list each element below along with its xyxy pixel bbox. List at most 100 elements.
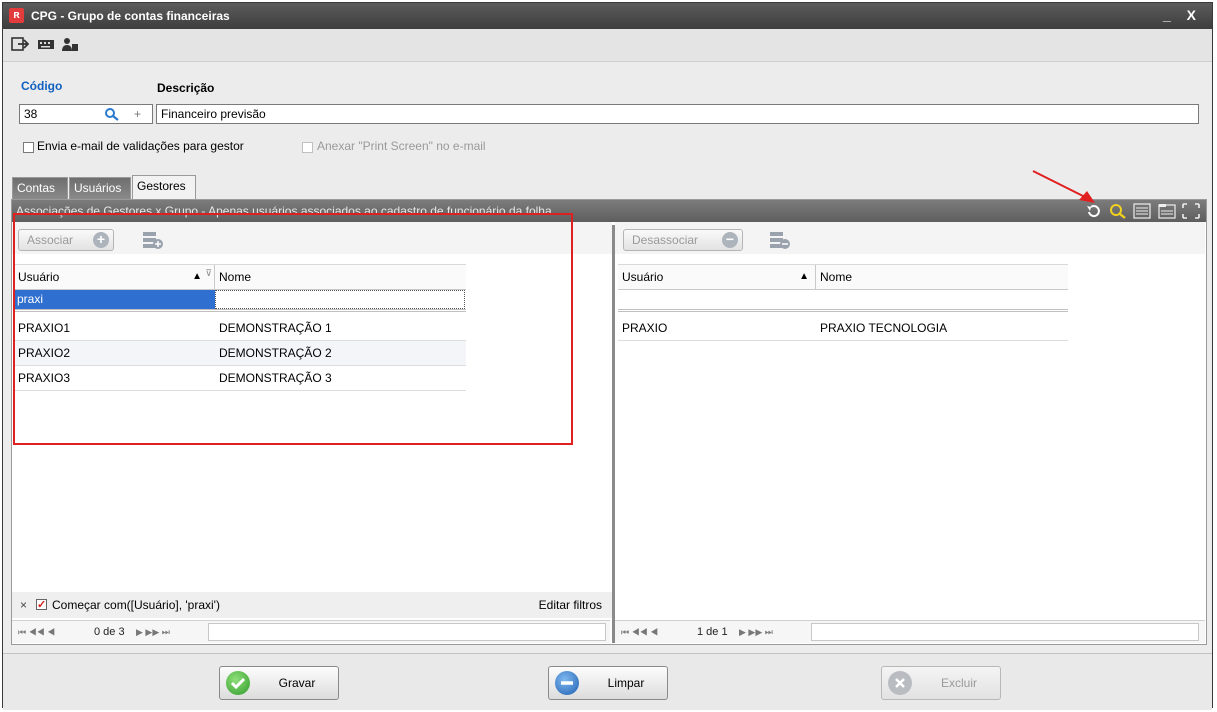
email-checkbox[interactable] — [23, 142, 34, 153]
right-grid: Usuário ▲ Nome PRAXIO PRAXIO TECNOLOGIA — [618, 254, 1068, 354]
descricao-value: Financeiro previsão — [161, 107, 266, 121]
keyboard-icon[interactable] — [37, 36, 55, 52]
tab-contas[interactable]: Contas — [12, 177, 68, 199]
print-checkbox[interactable] — [302, 142, 313, 153]
row-usuario: PRAXIO2 — [18, 346, 71, 360]
bottom-bar: Gravar Limpar Excluir — [3, 653, 1212, 710]
right-actions-bar: Desassociar − — [615, 222, 1205, 254]
filter-expression: Começar com([Usuário], 'praxi') — [52, 598, 220, 612]
gestores-panel: Associações de Gestores x Grupo - Apenas… — [11, 199, 1207, 645]
usuario-filter-input[interactable]: praxi — [14, 290, 215, 309]
row-usuario: PRAXIO3 — [18, 371, 71, 385]
email-checkbox-label: Envia e-mail de validações para gestor — [37, 139, 244, 153]
limpar-button[interactable]: Limpar — [548, 666, 668, 700]
print-checkbox-label: Anexar "Print Screen" no e-mail — [317, 139, 486, 153]
horizontal-scrollbar[interactable] — [811, 623, 1199, 641]
desassociar-button[interactable]: Desassociar − — [623, 229, 743, 251]
filter-bar: × ✓ Começar com([Usuário], 'praxi') Edit… — [12, 592, 612, 618]
row-nome: DEMONSTRAÇÃO 1 — [219, 321, 332, 335]
associar-label: Associar — [27, 233, 74, 247]
sort-asc-icon: ▲ — [192, 271, 202, 282]
grid-header-bar: Associações de Gestores x Grupo - Apenas… — [12, 200, 1206, 222]
search-icon[interactable] — [104, 107, 120, 121]
filter-active-checkbox[interactable]: ✓ — [36, 599, 47, 611]
splitter[interactable] — [612, 225, 615, 643]
associar-button[interactable]: Associar + — [18, 229, 114, 251]
left-col-nome-label: Nome — [219, 270, 252, 284]
minus-icon — [555, 671, 579, 695]
left-actions-bar: Associar + — [12, 222, 612, 254]
descricao-label: Descrição — [157, 81, 215, 95]
row-nome: DEMONSTRAÇÃO 2 — [219, 346, 332, 360]
list-view-icon[interactable] — [1133, 203, 1151, 219]
pager-next-buttons[interactable]: ▶ ▶▶ ⏭ — [136, 621, 170, 643]
right-col-usuario[interactable]: Usuário ▲ — [618, 265, 816, 289]
search-icon[interactable] — [1109, 203, 1127, 219]
descricao-field[interactable]: Financeiro previsão — [156, 104, 1199, 124]
pager-prev-buttons[interactable]: ⏮ ◀◀ ◀ — [621, 621, 658, 643]
grid-tools — [1082, 203, 1200, 219]
gravar-button[interactable]: Gravar — [219, 666, 339, 700]
limpar-label: Limpar — [607, 676, 645, 690]
tab-gestores[interactable]: Gestores — [132, 175, 196, 199]
excluir-button[interactable]: Excluir — [881, 666, 1001, 700]
desassociar-label: Desassociar — [632, 233, 699, 247]
right-col-nome-label: Nome — [820, 270, 853, 284]
pager-prev-buttons[interactable]: ⏮ ◀◀ ◀ — [18, 621, 55, 643]
sort-asc-icon: ▲ — [799, 271, 809, 282]
row-nome: DEMONSTRAÇÃO 3 — [219, 371, 332, 385]
users-icon[interactable] — [61, 36, 79, 52]
add-icon[interactable]: + — [134, 105, 141, 123]
red-arrow-annotation — [1032, 170, 1095, 203]
title-bar: ʀ CPG - Grupo de contas financeiras _ X — [3, 3, 1212, 29]
table-row[interactable]: PRAXIO3 DEMONSTRAÇÃO 3 — [14, 366, 466, 391]
minus-circle-icon: − — [722, 232, 738, 248]
window-controls[interactable]: _ X — [1163, 7, 1202, 23]
right-pager: ⏮ ◀◀ ◀ 1 de 1 ▶ ▶▶ ⏭ — [615, 620, 1205, 643]
codigo-field[interactable]: 38 + — [19, 104, 153, 124]
nome-filter-input[interactable] — [215, 290, 465, 309]
table-row[interactable]: PRAXIO PRAXIO TECNOLOGIA — [618, 316, 1068, 341]
pager-count: 1 de 1 — [697, 626, 728, 638]
left-pager: ⏮ ◀◀ ◀ 0 de 3 ▶ ▶▶ ⏭ — [12, 620, 610, 643]
filter-icon[interactable]: ⊽ — [205, 261, 212, 285]
right-grid-header: Usuário ▲ Nome — [618, 264, 1068, 290]
tab-usuarios[interactable]: Usuários — [69, 177, 131, 199]
edit-filters-link[interactable]: Editar filtros — [539, 592, 602, 618]
app-window: ʀ CPG - Grupo de contas financeiras _ X … — [2, 2, 1213, 710]
row-nome: PRAXIO TECNOLOGIA — [820, 321, 948, 335]
add-rows-icon[interactable] — [142, 230, 164, 250]
toolbar — [3, 29, 1212, 62]
app-logo-icon: ʀ — [9, 8, 24, 23]
left-filter-row: praxi — [14, 290, 466, 312]
excluir-label: Excluir — [940, 676, 977, 690]
clear-filter-icon[interactable]: × — [20, 592, 27, 618]
gravar-label: Gravar — [278, 676, 316, 690]
exit-icon[interactable] — [11, 36, 29, 52]
window-title: CPG - Grupo de contas financeiras — [31, 9, 230, 23]
expand-icon[interactable] — [1182, 203, 1200, 219]
left-col-nome[interactable]: Nome — [215, 265, 466, 289]
codigo-label: Código — [21, 79, 63, 93]
right-col-usuario-label: Usuário — [622, 270, 664, 284]
left-col-usuario-label: Usuário — [18, 270, 60, 284]
row-usuario: PRAXIO — [622, 321, 668, 335]
right-filter-row[interactable] — [618, 290, 1068, 312]
delete-x-icon — [888, 671, 912, 695]
left-col-usuario[interactable]: Usuário ▲ ⊽ — [14, 265, 215, 289]
remove-rows-icon[interactable] — [769, 230, 791, 250]
pager-next-buttons[interactable]: ▶ ▶▶ ⏭ — [739, 621, 773, 643]
pager-count: 0 de 3 — [94, 626, 125, 638]
table-row[interactable]: PRAXIO2 DEMONSTRAÇÃO 2 — [14, 341, 466, 366]
grid-header-title: Associações de Gestores x Grupo - Apenas… — [16, 204, 552, 218]
right-col-nome[interactable]: Nome — [816, 265, 1068, 289]
plus-circle-icon: + — [93, 232, 109, 248]
codigo-value: 38 — [24, 107, 38, 121]
row-usuario: PRAXIO1 — [18, 321, 71, 335]
table-row[interactable]: PRAXIO1 DEMONSTRAÇÃO 1 — [14, 316, 466, 341]
left-grid: Usuário ▲ ⊽ Nome praxi PRAXIO1 DEMONSTRA… — [14, 254, 466, 404]
form-view-icon[interactable] — [1158, 203, 1176, 219]
horizontal-scrollbar[interactable] — [208, 623, 606, 641]
check-icon — [226, 671, 250, 695]
left-grid-header: Usuário ▲ ⊽ Nome — [14, 264, 466, 290]
